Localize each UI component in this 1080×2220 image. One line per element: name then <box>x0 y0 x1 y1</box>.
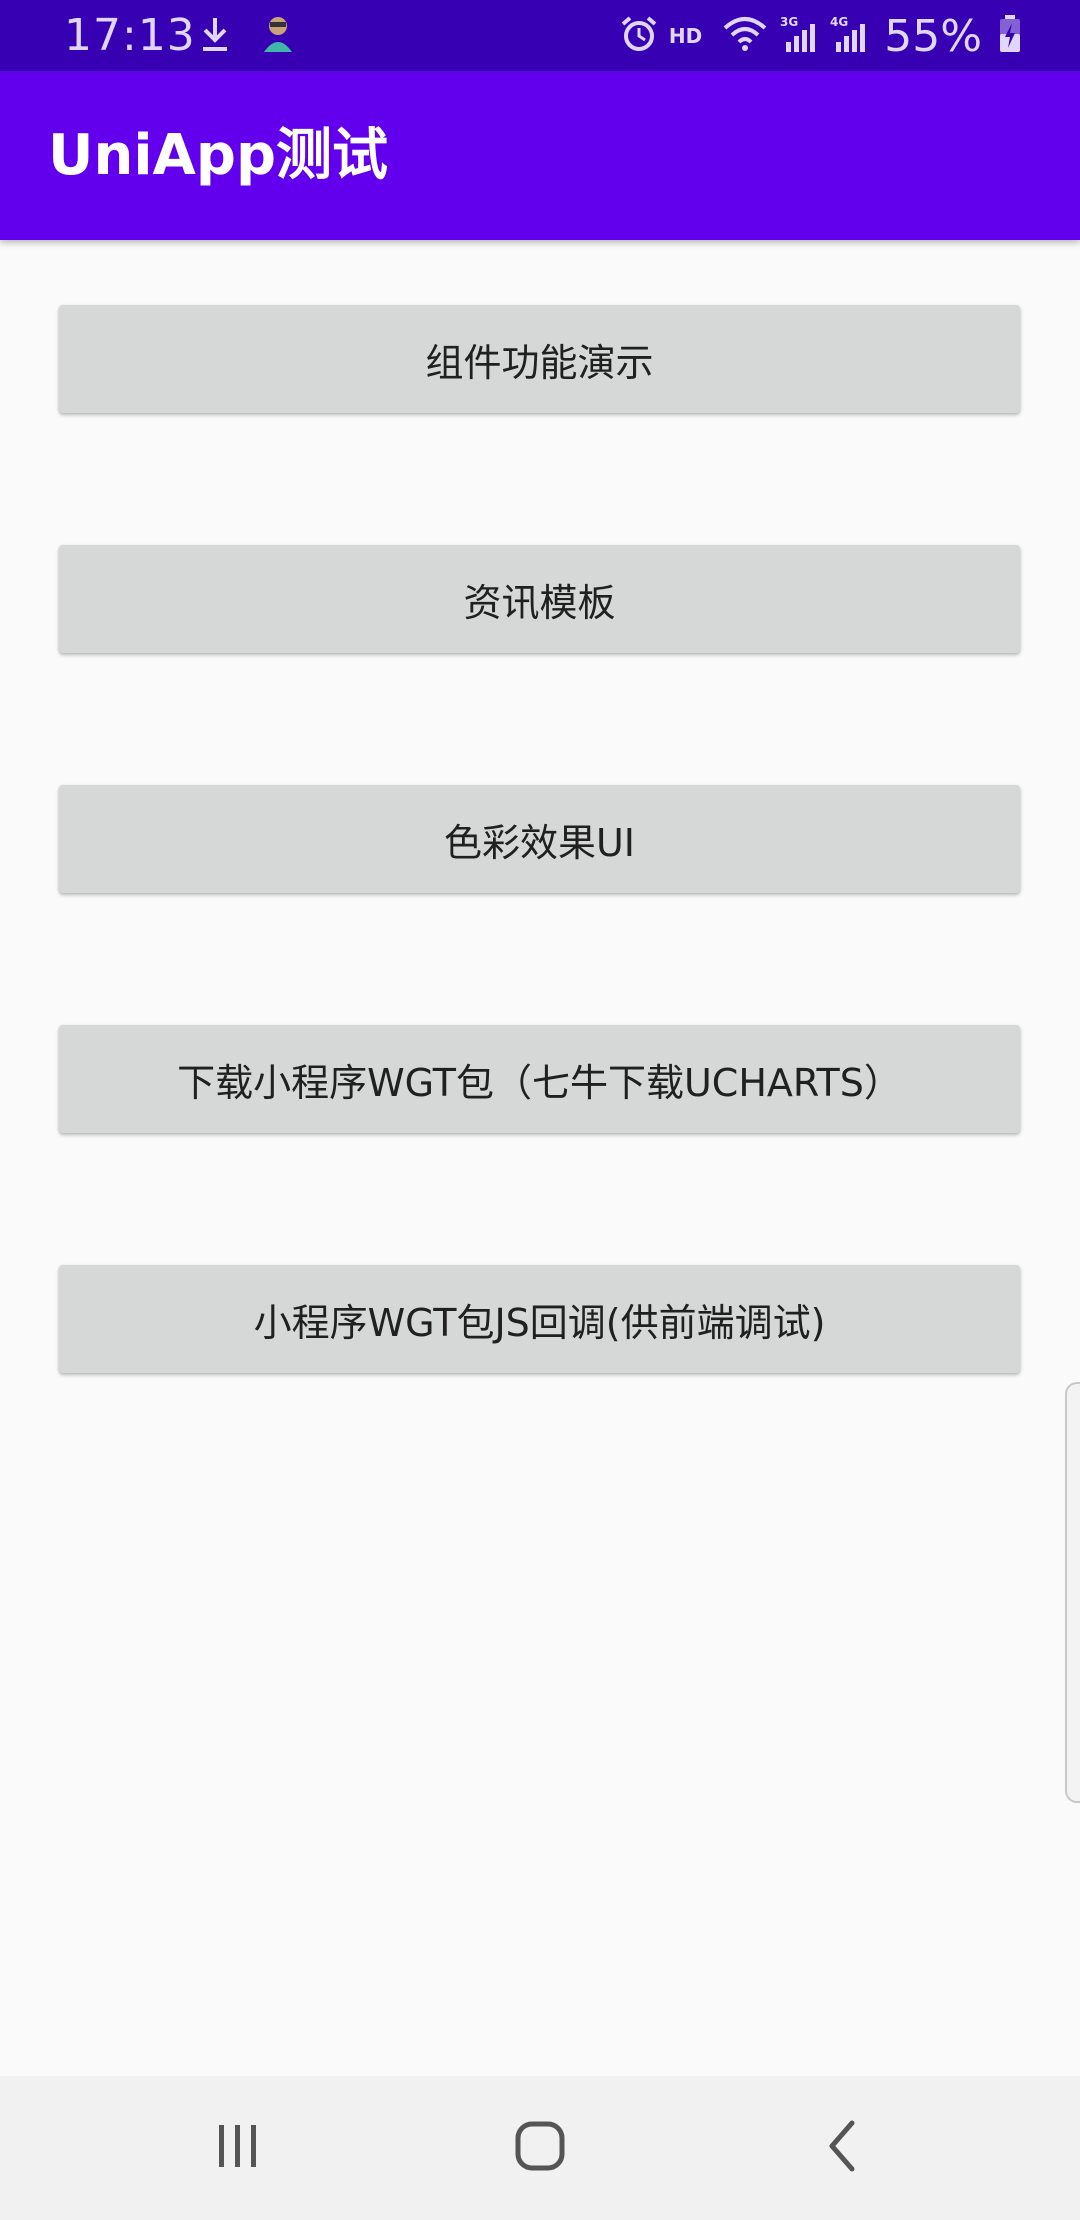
download-wgt-button[interactable]: 下载小程序WGT包（七牛下载UCHARTS） <box>59 1025 1020 1133</box>
back-button[interactable] <box>742 2076 942 2220</box>
wgt-js-callback-button[interactable]: 小程序WGT包JS回调(供前端调试) <box>59 1265 1020 1373</box>
wifi-icon <box>722 14 768 58</box>
app-screen: 17:13 HD 3G 4G 55% UniApp测试 组件功能演示 资讯模板 … <box>0 0 1080 2220</box>
color-effect-ui-button[interactable]: 色彩效果UI <box>59 785 1020 893</box>
button-label: 色彩效果UI <box>443 820 636 865</box>
back-icon <box>822 2119 862 2177</box>
button-label: 资讯模板 <box>463 580 616 625</box>
download-icon <box>198 14 232 58</box>
home-icon <box>514 2120 566 2176</box>
button-label: 组件功能演示 <box>425 340 654 385</box>
status-right-icons: HD 3G 4G 55% <box>619 8 1022 64</box>
recent-apps-icon <box>213 2121 263 2175</box>
app-title: UniApp测试 <box>48 123 389 188</box>
news-template-button[interactable]: 资讯模板 <box>59 545 1020 653</box>
button-label: 小程序WGT包JS回调(供前端调试) <box>253 1300 826 1345</box>
battery-charging-icon <box>998 14 1022 58</box>
app-notification-icon <box>256 12 300 60</box>
hd-label: HD <box>668 24 703 48</box>
status-bar: 17:13 HD 3G 4G 55% <box>0 0 1080 71</box>
edge-panel-handle[interactable] <box>1065 1382 1080 1803</box>
signal-4g-icon: 4G <box>828 14 868 58</box>
app-bar: UniApp测试 <box>0 71 1080 240</box>
recent-apps-button[interactable] <box>138 2076 338 2220</box>
alarm-icon <box>619 14 659 58</box>
battery-percent: 55% <box>884 10 982 62</box>
button-label: 下载小程序WGT包（七牛下载UCHARTS） <box>177 1060 902 1105</box>
component-demo-button[interactable]: 组件功能演示 <box>59 305 1020 413</box>
svg-text:3G: 3G <box>780 15 798 29</box>
home-button[interactable] <box>440 2076 640 2220</box>
status-left-icons <box>198 14 300 58</box>
status-time: 17:13 <box>64 10 196 61</box>
svg-text:4G: 4G <box>830 15 848 29</box>
signal-3g-icon: 3G <box>778 14 818 58</box>
navigation-bar <box>0 2076 1080 2220</box>
